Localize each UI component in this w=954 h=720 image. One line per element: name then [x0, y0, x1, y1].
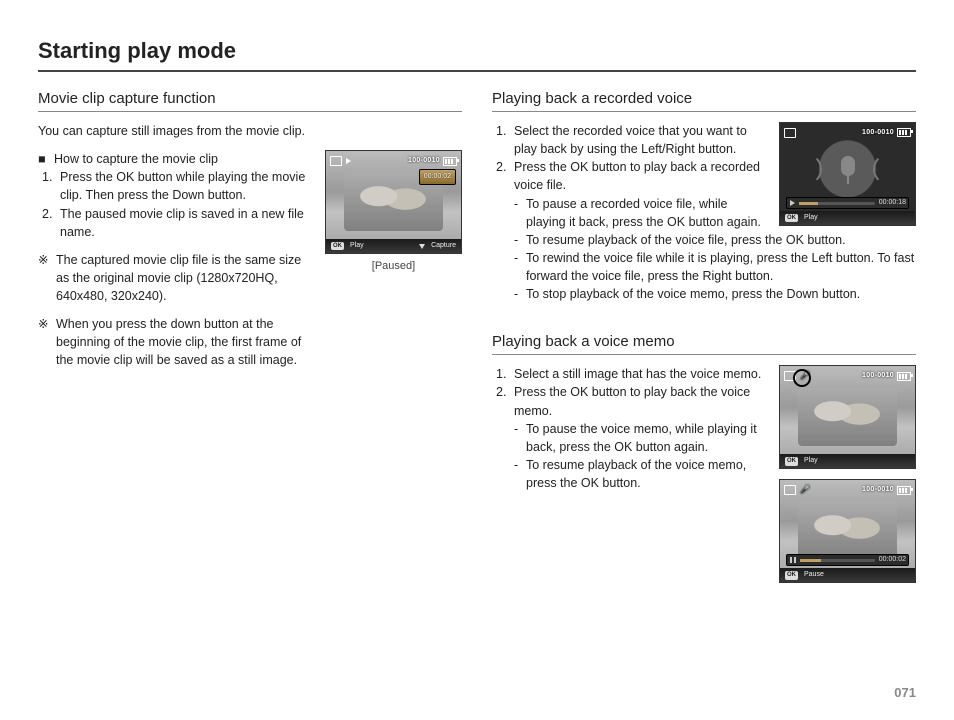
step-number: 1.	[496, 365, 510, 383]
pause-icon	[790, 557, 796, 563]
play-label: Play	[804, 456, 818, 466]
step-number: 2.	[496, 383, 510, 419]
battery-icon	[897, 128, 911, 137]
dash-bullet: -	[514, 420, 522, 456]
screenshot-paused-movie: 100-0010 00:00:02 OK Play Capture	[325, 150, 462, 254]
progress-track	[800, 559, 875, 562]
battery-icon	[443, 157, 457, 166]
osd-bottom-bar: OK Pause	[780, 568, 915, 582]
osd-bottom-bar: OK Play	[780, 454, 915, 468]
osd-top-bar: 100-0010	[784, 126, 911, 140]
play-mode-icon	[784, 485, 796, 495]
elapsed-time: 00:00:02	[879, 555, 906, 565]
play-mode-icon	[330, 156, 342, 166]
dash-bullet: -	[514, 456, 522, 492]
osd-top-bar: 🎤 100-0010	[784, 483, 911, 497]
progress-track	[799, 202, 875, 205]
step-number: 2.	[496, 158, 510, 194]
osd-bottom-bar: OK Play Capture	[326, 239, 461, 253]
step-text: Press the OK button to play back a recor…	[514, 158, 769, 194]
screenshot-voice-memo-play: 🎤 100-0010 OK Play	[779, 365, 916, 469]
section-heading-recorded-voice: Playing back a recorded voice	[492, 90, 916, 112]
right-column: Playing back a recorded voice 1.Select t…	[492, 90, 916, 593]
play-mode-icon	[784, 128, 796, 138]
square-bullet-icon: ■	[38, 150, 50, 168]
substep-text: To pause the voice memo, while playing i…	[526, 420, 769, 456]
note-text: The captured movie clip file is the same…	[56, 251, 315, 305]
osd-bottom-bar: OK Play	[780, 211, 915, 225]
pause-label: Pause	[804, 570, 824, 580]
step-text: The paused movie clip is saved in a new …	[60, 205, 315, 241]
progress-bar: 00:00:02	[786, 554, 909, 566]
down-arrow-icon	[419, 244, 425, 249]
step-text: Select a still image that has the voice …	[514, 365, 761, 383]
screenshot-voice-memo-pause: 🎤 100-0010 00:00:02	[779, 479, 916, 583]
reference-mark-icon: ※	[38, 315, 52, 369]
page-number: 071	[894, 685, 916, 700]
file-number: 100-0010	[862, 128, 894, 138]
step-number: 1.	[42, 168, 56, 204]
substep-text: To pause a recorded voice file, while pl…	[526, 195, 769, 231]
thumbnail-caption: [Paused]	[325, 259, 462, 275]
howto-heading: How to capture the movie clip	[54, 150, 218, 168]
play-icon	[790, 200, 795, 206]
timestamp-badge: 00:00:02	[419, 169, 456, 185]
substep-text: To resume playback of the voice file, pr…	[526, 231, 846, 249]
voice-memo-icon: 🎤	[800, 484, 810, 496]
ok-indicator: OK	[785, 214, 798, 223]
battery-icon	[897, 372, 911, 381]
microphone-icon	[841, 156, 855, 176]
dash-bullet: -	[514, 231, 522, 249]
file-number: 100-0010	[408, 156, 440, 166]
capture-label: Capture	[431, 241, 456, 251]
section-heading-movie-clip: Movie clip capture function	[38, 90, 462, 112]
screenshot-voice-playback: 100-0010 00:00:18 OK P	[779, 122, 916, 226]
battery-icon	[897, 486, 911, 495]
dash-bullet: -	[514, 249, 522, 285]
dash-bullet: -	[514, 195, 522, 231]
file-number: 100-0010	[862, 485, 894, 495]
ok-indicator: OK	[785, 457, 798, 466]
step-number: 1.	[496, 122, 510, 158]
step-text: Press the OK button while playing the mo…	[60, 168, 315, 204]
play-label: Play	[350, 241, 364, 251]
file-number: 100-0010	[862, 371, 894, 381]
ok-indicator: OK	[331, 242, 344, 251]
movie-icon	[346, 158, 351, 164]
page-title: Starting play mode	[38, 38, 916, 72]
left-column: Movie clip capture function You can capt…	[38, 90, 462, 593]
ok-indicator: OK	[785, 571, 798, 580]
progress-bar: 00:00:18	[786, 197, 909, 209]
note-text: When you press the down button at the be…	[56, 315, 315, 369]
play-label: Play	[804, 213, 818, 223]
reference-mark-icon: ※	[38, 251, 52, 305]
elapsed-time: 00:00:18	[879, 198, 906, 208]
step-number: 2.	[42, 205, 56, 241]
step-text: Select the recorded voice that you want …	[514, 122, 769, 158]
dash-bullet: -	[514, 285, 522, 303]
substep-text: To rewind the voice file while it is pla…	[526, 249, 916, 285]
section-heading-voice-memo: Playing back a voice memo	[492, 333, 916, 355]
substep-text: To resume playback of the voice memo, pr…	[526, 456, 769, 492]
intro-text: You can capture still images from the mo…	[38, 122, 462, 140]
substep-text: To stop playback of the voice memo, pres…	[526, 285, 860, 303]
osd-top-bar: 100-0010	[330, 154, 457, 168]
step-text: Press the OK button to play back the voi…	[514, 383, 769, 419]
